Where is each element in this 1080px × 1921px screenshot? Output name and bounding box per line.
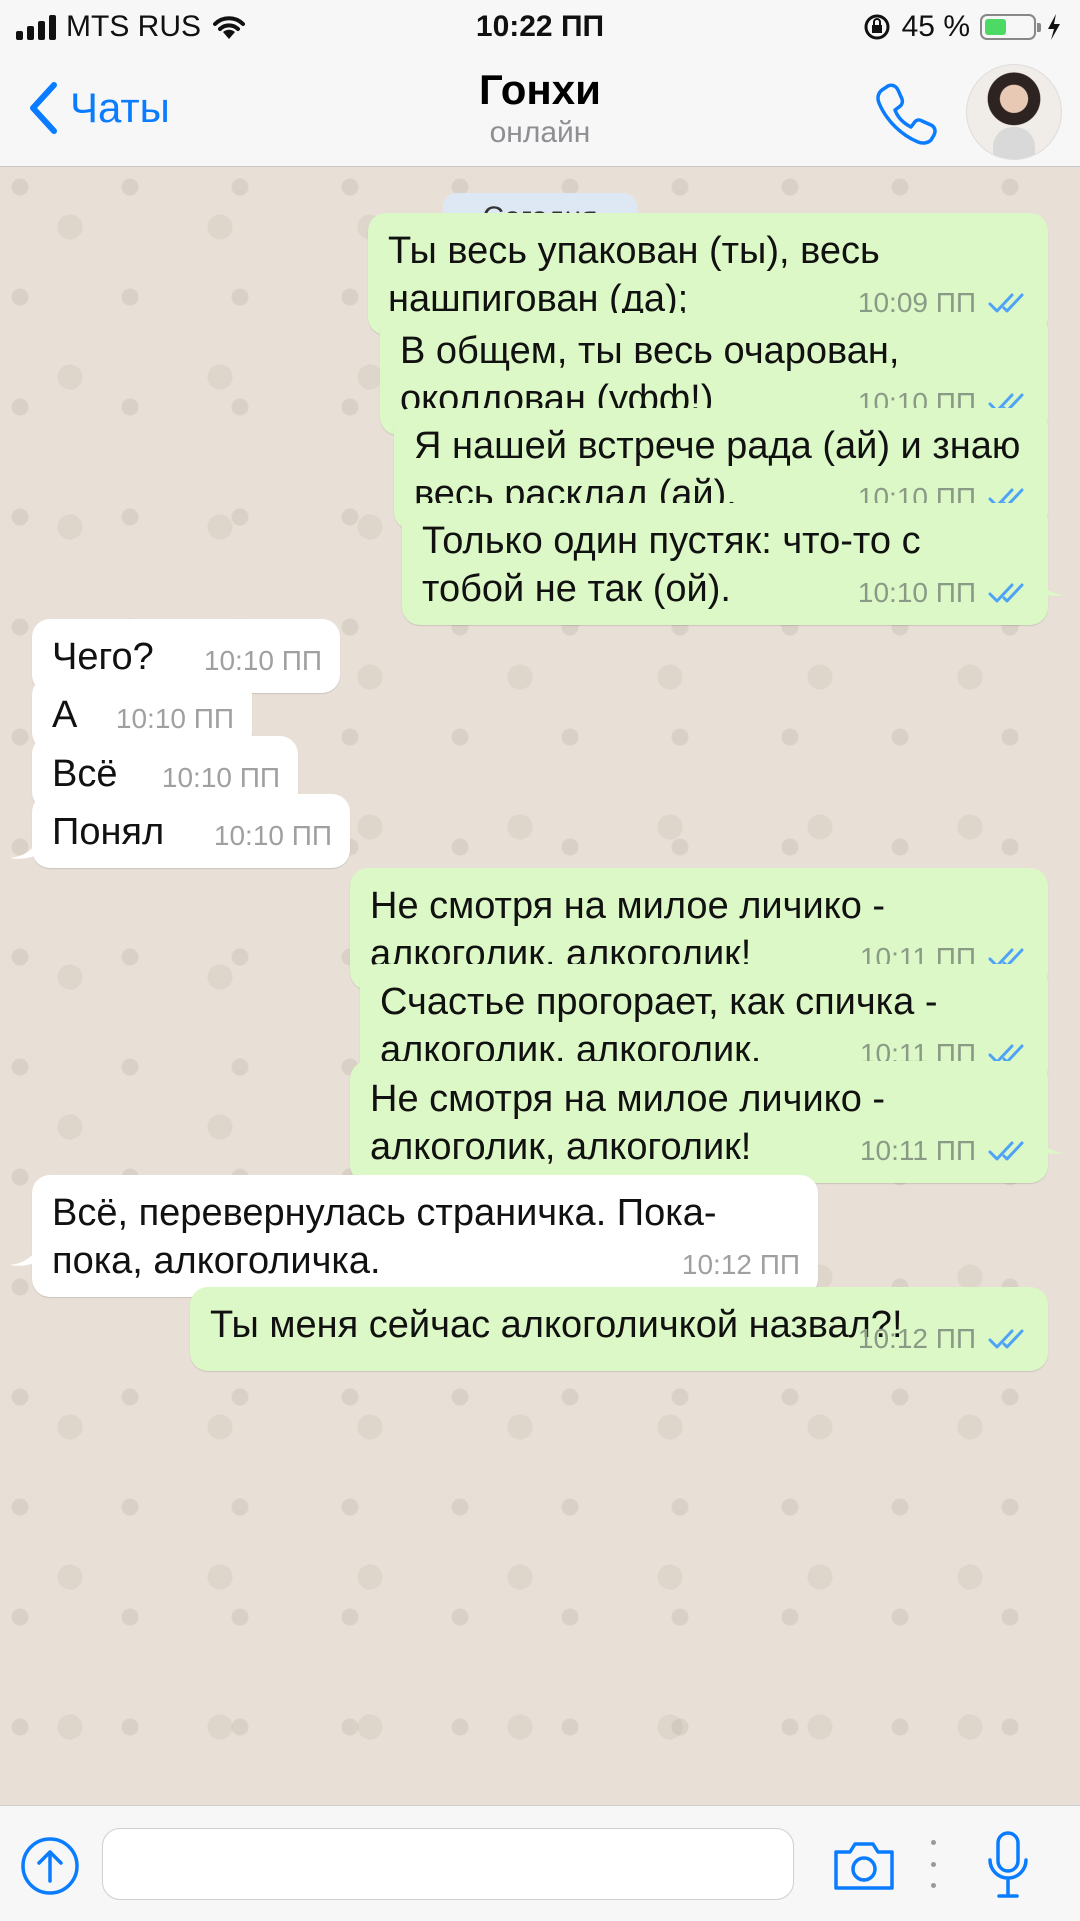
outgoing-message[interactable]: Ты меня сейчас алкоголичкой назвал?! 10:1… (190, 1287, 1048, 1371)
message-time: 10:10 ПП (857, 577, 976, 608)
status-bar: MTS RUS 10:22 ПП 45 % (0, 0, 1080, 54)
camera-icon[interactable] (830, 1838, 898, 1892)
outgoing-message[interactable]: Только один пустяк: что-то с тобой не та… (402, 503, 1048, 625)
phone-icon[interactable] (874, 80, 940, 146)
double-check-icon (988, 583, 1024, 603)
bubble-tail (10, 834, 40, 859)
bubble-tail (1034, 1129, 1064, 1154)
incoming-message[interactable]: Понял 10:10 ПП (32, 794, 350, 868)
bubble-tail (10, 1241, 40, 1266)
arrow-up-circle-icon[interactable] (20, 1836, 80, 1896)
status-right: 45 % (862, 10, 1062, 44)
divider-dots (929, 1840, 937, 1888)
rotation-lock-icon (864, 14, 890, 40)
message-input[interactable] (102, 1828, 794, 1900)
message-time: 10:12 ПП (681, 1249, 800, 1280)
input-bar (0, 1805, 1080, 1921)
incoming-message[interactable]: Всё, перевернулась страничка. Пока-пока,… (32, 1175, 818, 1297)
contact-avatar[interactable] (966, 64, 1062, 160)
message-meta: 10:12 ПП (858, 1315, 1030, 1363)
message-time: 10:10 ПП (213, 820, 332, 851)
double-check-icon (988, 293, 1024, 313)
message-time: 10:12 ПП (857, 1323, 976, 1354)
message-meta: 10:11 ПП (860, 1127, 1030, 1175)
message-meta: 10:10 ПП (858, 569, 1030, 617)
chat-area[interactable]: Сегодня Ты весь упакован (ты), весь нашп… (0, 167, 1080, 1805)
message-meta: 10:10 ПП (214, 812, 332, 860)
message-time: 10:11 ПП (859, 1135, 976, 1166)
outgoing-message[interactable]: Не смотря на милое личико - алкоголик, а… (350, 1061, 1048, 1183)
battery-icon (980, 14, 1041, 40)
chat-header: Чаты Гонхи онлайн (0, 54, 1080, 167)
battery-percent: 45 % (901, 10, 970, 43)
message-meta: 10:12 ПП (682, 1241, 800, 1289)
bubble-tail (1034, 571, 1064, 596)
charging-icon (1048, 14, 1060, 40)
double-check-icon (988, 1329, 1024, 1349)
microphone-icon[interactable] (986, 1830, 1030, 1900)
double-check-icon (988, 1141, 1024, 1161)
